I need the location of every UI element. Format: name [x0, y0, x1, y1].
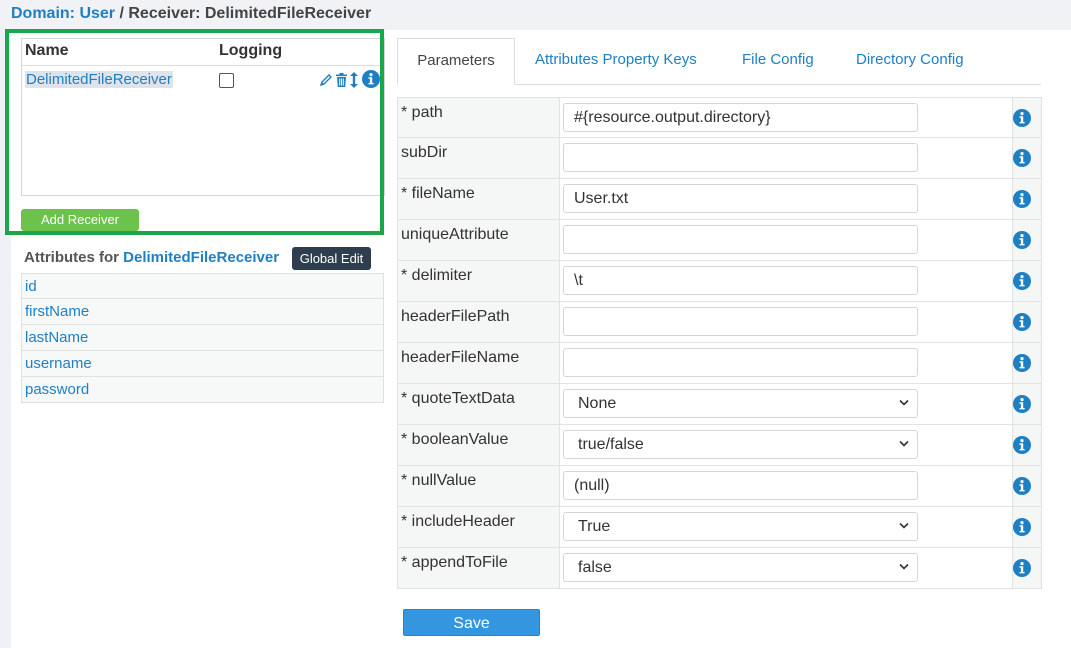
tab-directory-config[interactable]: Directory Config: [856, 38, 964, 84]
breadcrumb-separator: /: [115, 5, 129, 22]
info-icon[interactable]: [1013, 477, 1031, 495]
tab-bar: Parameters Attributes Property Keys File…: [397, 38, 1041, 85]
info-icon[interactable]: [1013, 109, 1031, 127]
uniqueattribute-value-cell: [559, 220, 1013, 260]
filename-input[interactable]: User.txt: [563, 184, 918, 213]
headerfilepath-label: headerFilePath: [401, 308, 510, 325]
attribute-item-id[interactable]: id: [21, 273, 384, 299]
nullvalue-value-cell: (null): [559, 466, 1013, 506]
path-value-cell: #{resource.output.directory}: [559, 98, 1013, 137]
chevron-down-icon: [899, 563, 909, 570]
headerfilename-input[interactable]: [563, 348, 918, 377]
attribute-item-firstname[interactable]: firstName: [21, 299, 384, 325]
chevron-down-icon: [899, 399, 909, 406]
info-icon[interactable]: [1013, 354, 1031, 372]
attribute-item-lastname[interactable]: lastName: [21, 325, 384, 351]
global-edit-button[interactable]: Global Edit: [292, 247, 371, 270]
param-row-uniqueattribute: uniqueAttribute: [397, 220, 1042, 261]
path-input[interactable]: #{resource.output.directory}: [563, 103, 918, 132]
subdir-label: subDir: [401, 144, 448, 161]
nullvalue-input[interactable]: (null): [563, 471, 918, 500]
tab-attributes-property-keys[interactable]: Attributes Property Keys: [535, 38, 697, 84]
chevron-down-icon: [899, 440, 909, 447]
appendtofile-select[interactable]: false: [563, 553, 918, 582]
breadcrumb: Domain: User / Receiver: DelimitedFileRe…: [11, 5, 371, 23]
attribute-item-password[interactable]: password: [21, 377, 384, 403]
quotetextdata-value-cell: None: [559, 384, 1013, 424]
info-icon[interactable]: [1013, 436, 1031, 454]
tab-file-config[interactable]: File Config: [742, 38, 814, 84]
subdir-value-cell: [559, 138, 1013, 178]
delimiter-label: * delimiter: [401, 267, 473, 284]
attribute-list: id firstName lastName username password: [21, 273, 384, 403]
delimiter-input[interactable]: \t: [563, 266, 918, 295]
booleanvalue-value-cell: true/false: [559, 425, 1013, 465]
breadcrumb-receiver: Receiver: DelimitedFileReceiver: [128, 5, 372, 22]
param-row-booleanvalue: * booleanValue true/false: [397, 425, 1042, 466]
delimiter-value-cell: \t: [559, 261, 1013, 301]
parameters-table: * path #{resource.output.directory} subDir…: [397, 97, 1042, 589]
attribute-item-username[interactable]: username: [21, 351, 384, 377]
attributes-title-prefix: Attributes for: [24, 249, 124, 266]
param-row-nullvalue: * nullValue (null): [397, 466, 1042, 507]
info-icon[interactable]: [1013, 190, 1031, 208]
info-icon[interactable]: [1013, 313, 1031, 331]
appendtofile-label: * appendToFile: [401, 554, 508, 571]
info-icon[interactable]: [1013, 518, 1031, 536]
param-row-headerfilepath: headerFilePath: [397, 302, 1042, 343]
chevron-down-icon: [899, 522, 909, 529]
appendtofile-value-cell: false: [559, 548, 1013, 588]
param-row-headerfilename: headerFileName: [397, 343, 1042, 384]
info-icon[interactable]: [1013, 231, 1031, 249]
quotetextdata-label: * quoteTextData: [401, 390, 515, 407]
top-bar: Domain: User / Receiver: DelimitedFileRe…: [0, 0, 1071, 30]
includeheader-label: * includeHeader: [401, 513, 515, 530]
info-icon[interactable]: [1013, 395, 1031, 413]
filename-label: * fileName: [401, 185, 475, 202]
includeheader-select[interactable]: True: [563, 512, 918, 541]
booleanvalue-select-value: true/false: [578, 436, 644, 453]
save-button[interactable]: Save: [403, 609, 540, 636]
path-label: * path: [401, 104, 443, 121]
quotetextdata-select[interactable]: None: [563, 389, 918, 418]
nullvalue-label: * nullValue: [401, 472, 477, 489]
appendtofile-select-value: false: [578, 559, 612, 576]
param-row-filename: * fileName User.txt: [397, 179, 1042, 220]
includeheader-select-value: True: [578, 518, 611, 535]
info-icon[interactable]: [1013, 559, 1031, 577]
param-row-quotetextdata: * quoteTextData None: [397, 384, 1042, 425]
subdir-input[interactable]: [563, 143, 918, 172]
info-icon[interactable]: [1013, 149, 1031, 167]
param-row-includeheader: * includeHeader True: [397, 507, 1042, 548]
highlight-box: [5, 29, 384, 235]
param-row-subdir: subDir: [397, 138, 1042, 179]
filename-value-cell: User.txt: [559, 179, 1013, 219]
info-icon[interactable]: [1013, 272, 1031, 290]
booleanvalue-select[interactable]: true/false: [563, 430, 918, 459]
includeheader-value-cell: True: [559, 507, 1013, 547]
param-row-appendtofile: * appendToFile false: [397, 548, 1042, 589]
uniqueattribute-label: uniqueAttribute: [401, 226, 509, 243]
param-row-delimiter: * delimiter \t: [397, 261, 1042, 302]
headerfilepath-input[interactable]: [563, 307, 918, 336]
headerfilename-value-cell: [559, 343, 1013, 383]
attributes-title: Attributes for DelimitedFileReceiver: [24, 249, 279, 266]
breadcrumb-domain[interactable]: Domain: User: [11, 5, 115, 22]
booleanvalue-label: * booleanValue: [401, 431, 509, 448]
param-row-path: * path #{resource.output.directory}: [397, 97, 1042, 138]
headerfilepath-value-cell: [559, 302, 1013, 342]
tab-parameters[interactable]: Parameters: [397, 38, 515, 85]
quotetextdata-select-value: None: [578, 395, 617, 412]
uniqueattribute-input[interactable]: [563, 225, 918, 254]
headerfilename-label: headerFileName: [401, 349, 520, 366]
attributes-title-receiver: DelimitedFileReceiver: [123, 249, 280, 266]
